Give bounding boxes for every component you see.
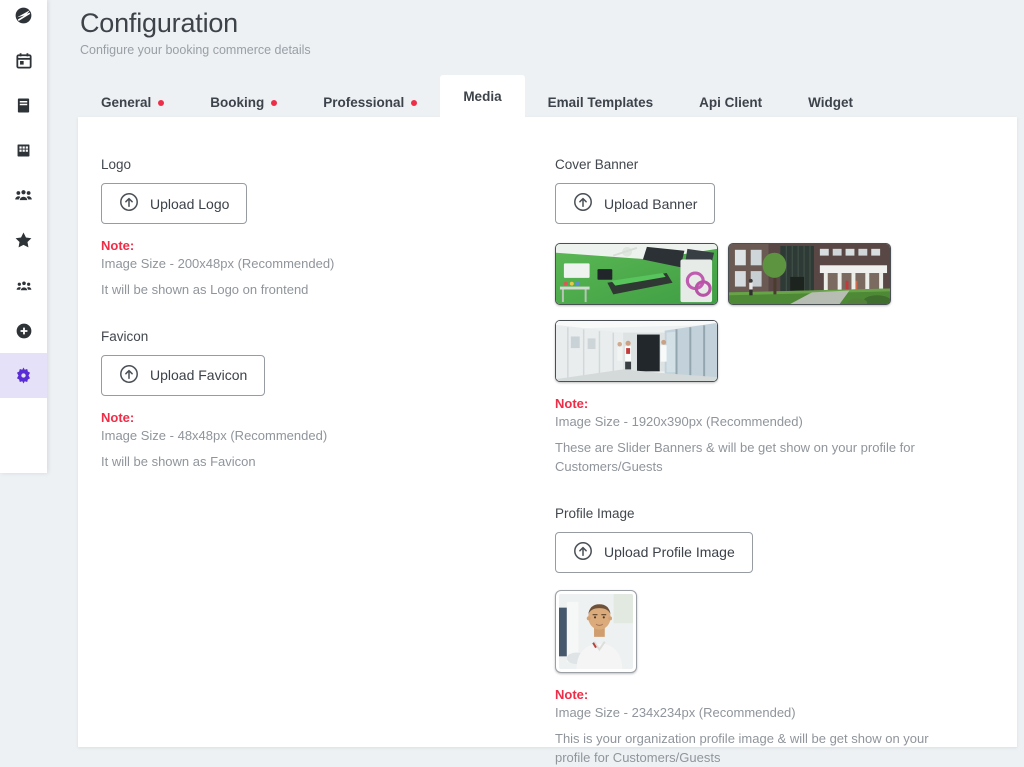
page-title: Configuration <box>80 8 239 38</box>
logo-description: It will be shown as Logo on frontend <box>101 282 309 297</box>
cover-banner-label: Cover Banner <box>555 157 639 172</box>
page-subtitle: Configure your booking commerce details <box>80 43 311 57</box>
upload-logo-button[interactable]: Upload Logo <box>101 183 248 224</box>
logo-size-note: Image Size - 200x48px (Recommended) <box>101 256 335 271</box>
sidebar-item-bookings[interactable] <box>0 83 47 128</box>
profile-image-label: Profile Image <box>555 505 635 521</box>
upload-banner-button[interactable]: Upload Banner <box>555 183 716 224</box>
sidebar-item-calendar[interactable] <box>0 38 47 83</box>
sidebar-item-customers[interactable] <box>0 263 47 308</box>
note-label: Note: <box>555 396 589 411</box>
upload-profile-image-button[interactable]: Upload Profile Image <box>555 531 753 573</box>
profile-photo <box>559 593 633 669</box>
sidebar-item-team[interactable] <box>0 173 47 218</box>
unsaved-dot-icon <box>271 99 278 106</box>
favicon-size-note: Image Size - 48x48px (Recommended) <box>101 427 328 443</box>
upload-banner-label: Upload Banner <box>604 195 698 212</box>
logo-label: Logo <box>101 157 132 172</box>
tab-api-client[interactable]: Api Client <box>676 87 785 118</box>
banner-description: These are Slider Banners & will be get s… <box>555 440 915 474</box>
profile-description: This is your organization profile image … <box>555 730 929 765</box>
banner-thumbnail-clinic-building <box>728 243 891 305</box>
banner-size-note: Image Size - 1920x390px (Recommended) <box>555 414 803 429</box>
upload-profile-image-label: Upload Profile Image <box>604 544 735 561</box>
media-settings-card: Logo Upload Logo Note: Image Size - 200x… <box>78 117 1017 765</box>
tab-general[interactable]: General <box>78 87 187 118</box>
config-tabs: General Booking Professional Media Email… <box>78 75 876 118</box>
favicon-description: It will be shown as Favicon <box>101 453 256 469</box>
hospital-hallway-photo <box>556 321 717 381</box>
dashboard-logo-icon <box>14 6 33 25</box>
plus-circle-icon <box>15 322 33 340</box>
sidebar-item-add[interactable] <box>0 308 47 353</box>
bookings-icon <box>15 97 32 114</box>
banner-thumbnails-row <box>555 243 1000 305</box>
tab-label: Booking <box>210 95 265 110</box>
tab-booking[interactable]: Booking <box>187 87 300 118</box>
tab-media[interactable]: Media <box>440 75 525 118</box>
sidebar <box>0 0 47 473</box>
cover-banner-section: Cover Banner Upload Banner Note: Image S… <box>555 157 1000 477</box>
upload-favicon-button[interactable]: Upload Favicon <box>101 354 266 396</box>
favicon-section: Favicon Upload Favicon Note: Image Size … <box>101 329 531 472</box>
organization-icon <box>15 142 32 159</box>
star-icon <box>14 231 33 250</box>
tab-label: General <box>101 95 152 110</box>
tab-professional[interactable]: Professional <box>300 87 440 118</box>
gear-icon <box>14 366 33 385</box>
upload-icon <box>573 541 593 564</box>
sidebar-nav <box>0 0 47 398</box>
media-right-column: Cover Banner Upload Banner Note: Image S… <box>555 157 1000 767</box>
tab-label: Professional <box>323 95 405 110</box>
upload-icon <box>119 192 139 215</box>
team-icon <box>14 186 33 205</box>
tab-label: Widget <box>808 95 853 110</box>
sidebar-item-settings[interactable] <box>0 353 47 398</box>
tab-label: Media <box>463 89 502 104</box>
note-label: Note: <box>555 686 589 702</box>
clinic-building-photo <box>729 244 890 304</box>
note-label: Note: <box>101 238 135 253</box>
profile-image-section: Profile Image Upload Profile Image Note:… <box>555 506 1000 767</box>
favicon-label: Favicon <box>101 328 149 344</box>
upload-logo-label: Upload Logo <box>150 195 230 212</box>
page-header: Configuration Configure your booking com… <box>80 8 311 57</box>
unsaved-dot-icon <box>411 99 418 106</box>
logo-section: Logo Upload Logo Note: Image Size - 200x… <box>101 157 531 300</box>
sidebar-item-reviews[interactable] <box>0 218 47 263</box>
customers-icon <box>15 277 33 295</box>
operating-room-photo <box>556 244 717 304</box>
media-left-column: Logo Upload Logo Note: Image Size - 200x… <box>101 157 531 472</box>
banner-thumbnail-operating-room <box>555 243 718 305</box>
tab-label: Email Templates <box>547 95 654 110</box>
upload-icon <box>119 364 139 387</box>
upload-icon <box>573 192 593 215</box>
sidebar-item-dashboard[interactable] <box>0 0 47 38</box>
calendar-icon <box>15 52 33 70</box>
profile-size-note: Image Size - 234x234px (Recommended) <box>555 704 796 720</box>
note-label: Note: <box>101 409 135 425</box>
profile-image-thumbnail <box>555 589 637 673</box>
tab-email-templates[interactable]: Email Templates <box>525 87 677 118</box>
upload-favicon-label: Upload Favicon <box>150 367 248 384</box>
banner-thumbnail-hospital-hallway <box>555 320 718 382</box>
tab-label: Api Client <box>699 95 763 110</box>
tab-widget[interactable]: Widget <box>785 87 876 118</box>
unsaved-dot-icon <box>158 99 165 106</box>
sidebar-item-organization[interactable] <box>0 128 47 173</box>
